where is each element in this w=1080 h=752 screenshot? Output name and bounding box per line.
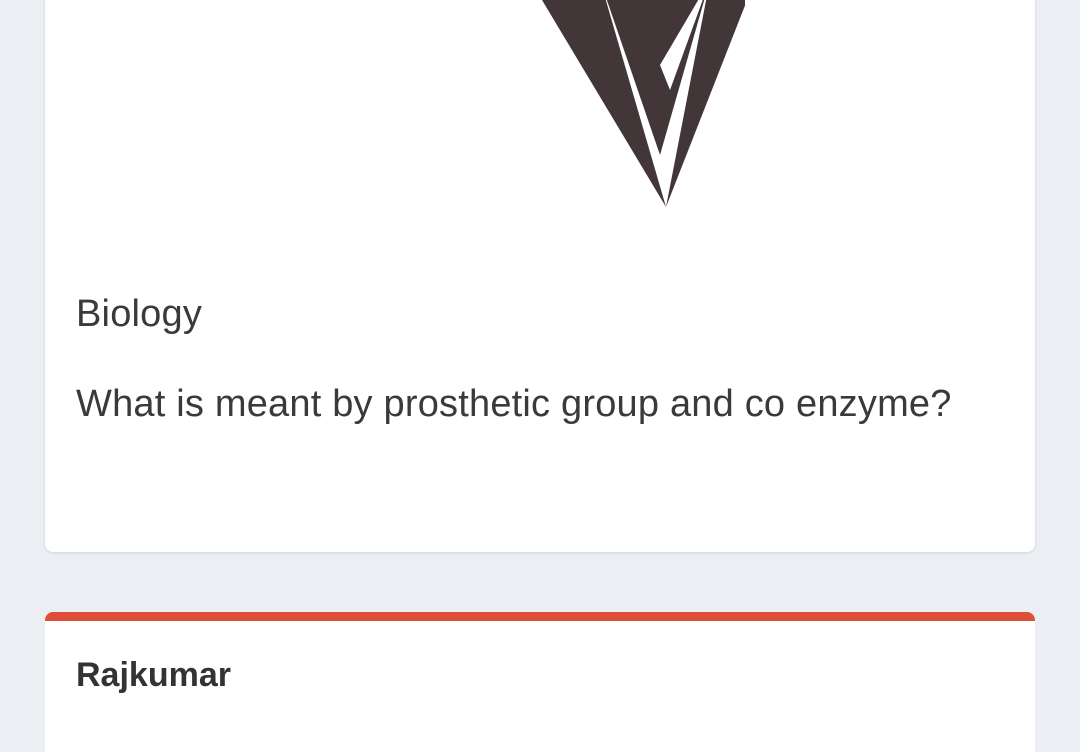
question-card: Biology What is meant by prosthetic grou…: [45, 0, 1035, 552]
subject-label: Biology: [76, 293, 203, 335]
answer-accent-bar: [45, 612, 1035, 621]
v-logo-icon: [541, 0, 745, 207]
answer-author-name[interactable]: Rajkumar: [76, 655, 231, 695]
answer-card: Rajkumar: [45, 612, 1035, 752]
question-text: What is meant by prosthetic group and co…: [76, 383, 952, 425]
